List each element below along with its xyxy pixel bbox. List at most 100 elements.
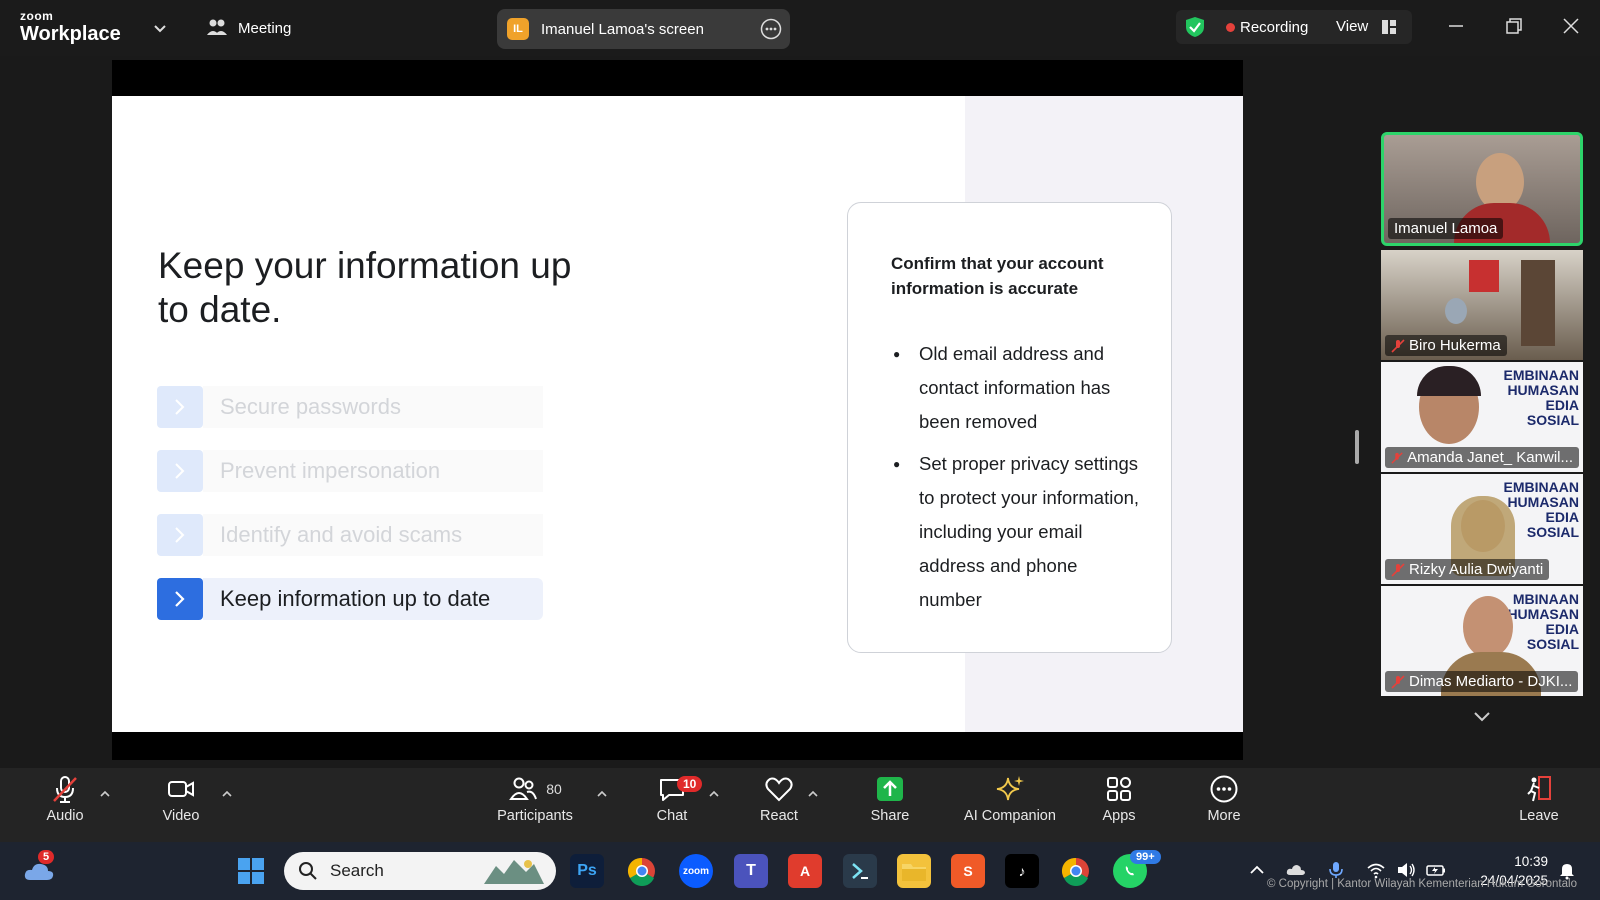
teams-icon[interactable]: T [734, 854, 768, 888]
participant-name: Dimas Mediarto - DJKI... [1385, 671, 1579, 692]
chevron-up-icon[interactable] [99, 788, 111, 800]
slide-menu-label: Identify and avoid scams [203, 514, 543, 556]
chrome-icon[interactable] [625, 854, 659, 888]
participants-count: 80 [546, 781, 562, 797]
slide-menu-label: Keep information up to date [203, 578, 543, 620]
zoom-taskbar-icon[interactable]: zoom [679, 854, 713, 888]
participant-name: Rizky Aulia Dwiyanti [1385, 559, 1550, 580]
clock-time: 10:39 [1514, 854, 1548, 869]
recording-label[interactable]: Recording [1240, 19, 1308, 36]
chevron-up-icon[interactable] [1247, 860, 1267, 880]
taskbar-search-box[interactable]: Search [284, 852, 556, 890]
meeting-label: Meeting [238, 19, 292, 37]
more-button[interactable]: More [1174, 774, 1274, 824]
search-placeholder: Search [330, 861, 384, 880]
search-icon [299, 862, 317, 880]
info-card-bullet: Old email address and contact informatio… [891, 337, 1141, 439]
chevron-down-icon[interactable] [1472, 706, 1492, 726]
share-button[interactable]: Share [840, 774, 940, 824]
share-title: Imanuel Lamoa's screen [541, 20, 704, 38]
onedrive-icon[interactable] [1286, 860, 1306, 880]
mic-muted-icon [53, 776, 77, 803]
chevron-right-icon [157, 386, 203, 428]
more-options-icon[interactable] [760, 18, 782, 40]
emblem [1469, 260, 1499, 292]
info-card-list: Old email address and contact informatio… [891, 337, 1141, 625]
participant-tile[interactable]: EMBINAAN HUMASAN EDIA SOSIAL Rizky Aulia… [1381, 474, 1583, 584]
ai-companion-button[interactable]: AI Companion [950, 774, 1070, 824]
zoom-logo: zoom Workplace [20, 9, 121, 45]
close-icon[interactable] [1561, 16, 1581, 36]
chevron-up-icon[interactable] [807, 788, 819, 800]
apps-button[interactable]: Apps [1069, 774, 1169, 824]
file-explorer-icon[interactable] [897, 854, 931, 888]
chrome-profile-icon[interactable] [1059, 854, 1093, 888]
shopee-icon[interactable]: S [951, 854, 985, 888]
slide-menu-item: Prevent impersonation [157, 450, 543, 492]
participant-name: Imanuel Lamoa [1388, 218, 1504, 239]
chat-button[interactable]: Chat [622, 774, 722, 824]
windows-start-icon[interactable] [234, 854, 268, 888]
chevron-right-icon [157, 514, 203, 556]
slide-menu-item: Identify and avoid scams [157, 514, 543, 556]
participant-tile[interactable]: Biro Hukerma [1381, 250, 1583, 360]
share-screen-icon [877, 777, 903, 801]
copyright-watermark: © Copyright | Kantor Wilayah Kementerian… [1267, 878, 1577, 890]
whatsapp-badge: 99+ [1130, 850, 1161, 864]
chevron-up-icon[interactable] [221, 788, 233, 800]
leave-button[interactable]: Leave [1489, 774, 1589, 824]
participant-face [1463, 596, 1513, 658]
chevron-right-icon [157, 578, 203, 620]
chat-badge: 10 [677, 776, 703, 792]
grid-view-icon[interactable] [1381, 19, 1397, 35]
chevron-up-icon[interactable] [596, 788, 608, 800]
minimize-icon[interactable] [1446, 16, 1466, 36]
info-card-bullet: Set proper privacy settings to protect y… [891, 447, 1141, 617]
chevron-down-icon[interactable] [152, 20, 168, 36]
panel-resize-handle[interactable] [1355, 430, 1359, 464]
microphone-icon[interactable] [1326, 860, 1346, 880]
slide-heading: Keep your information up to date. [158, 245, 572, 330]
slide-menu-label: Prevent impersonation [203, 450, 543, 492]
title-bar: zoom Workplace Meeting IL Imanuel Lamoa'… [0, 0, 1600, 56]
encryption-shield-icon[interactable] [1184, 16, 1206, 38]
participant-name: Biro Hukerma [1385, 335, 1507, 356]
meeting-info-button[interactable]: Meeting [206, 18, 291, 38]
mic-muted-icon [1391, 338, 1405, 353]
heart-icon [765, 777, 793, 802]
wifi-icon[interactable] [1366, 860, 1386, 880]
screen-share-indicator[interactable]: IL Imanuel Lamoa's screen [497, 9, 790, 49]
photoshop-icon[interactable]: Ps [570, 854, 604, 888]
participant-tile[interactable]: EMBINAAN HUMASAN EDIA SOSIAL Amanda Jane… [1381, 362, 1583, 472]
windows-taskbar: 5 Search Ps zoom T A S ♪ 99+ 10:39 24/04… [0, 842, 1600, 900]
volume-icon[interactable] [1396, 860, 1416, 880]
status-bar: Recording View [1176, 10, 1412, 44]
participant-tile[interactable]: Imanuel Lamoa [1381, 132, 1583, 246]
slide-menu-label: Secure passwords [203, 386, 543, 428]
wall-panel [1521, 260, 1555, 346]
view-button[interactable]: View [1336, 18, 1368, 35]
sharer-avatar: IL [507, 18, 529, 40]
tiktok-icon[interactable]: ♪ [1005, 854, 1039, 888]
mic-muted-icon [1391, 451, 1403, 464]
participants-button[interactable]: 80 Participants [485, 774, 585, 824]
terminal-app-icon[interactable] [843, 854, 877, 888]
adobe-reader-icon[interactable]: A [788, 854, 822, 888]
sparkle-icon [996, 776, 1024, 801]
restore-icon[interactable] [1504, 16, 1524, 36]
chevron-up-icon[interactable] [708, 788, 720, 800]
participant-tile[interactable]: MBINAAN HUMASAN EDIA SOSIAL Dimas Mediar… [1381, 586, 1583, 696]
notification-bell-icon[interactable] [1557, 860, 1577, 880]
info-card-title: Confirm that your account information is… [891, 254, 1104, 298]
mic-muted-icon [1391, 562, 1405, 577]
recording-dot-icon [1226, 23, 1235, 32]
leave-door-icon [1527, 776, 1551, 802]
participant-face [1445, 298, 1467, 324]
mic-muted-icon [1391, 674, 1405, 689]
video-button[interactable]: Video [131, 774, 231, 824]
participant-hair [1417, 366, 1481, 396]
info-card: Confirm that your account information is… [847, 202, 1172, 653]
search-highlight-icon [484, 860, 544, 884]
presentation-slide: Keep your information up to date. Secure… [112, 96, 1243, 732]
battery-icon[interactable] [1426, 860, 1446, 880]
